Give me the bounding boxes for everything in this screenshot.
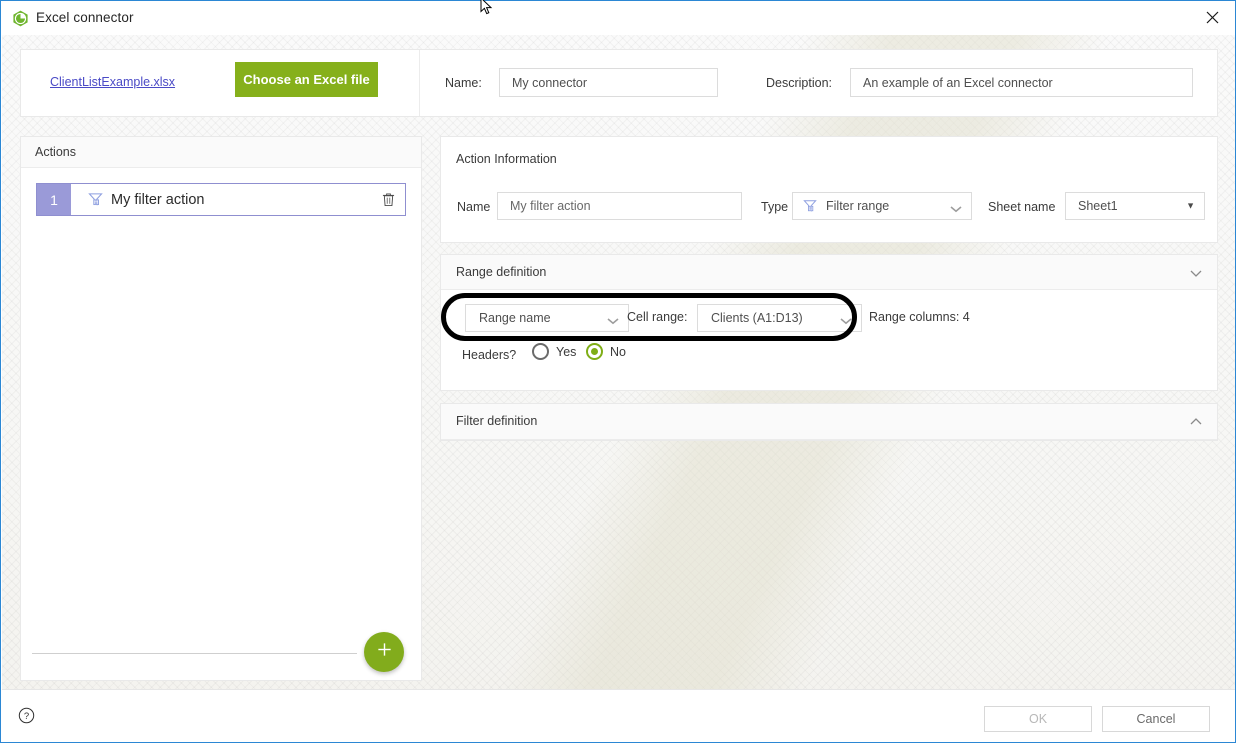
sheet-name-value: Sheet1	[1078, 199, 1118, 213]
window-title: Excel connector	[36, 10, 134, 25]
cell-range-label: Cell range:	[627, 310, 688, 324]
filter-range-icon	[88, 192, 103, 207]
cell-range-value: Clients (A1:D13)	[711, 311, 803, 325]
range-columns-text: Range columns: 4	[869, 310, 970, 324]
sheet-name-select[interactable]: Sheet1 ▼	[1065, 192, 1205, 220]
connector-name-input[interactable]: My connector	[499, 68, 718, 97]
help-icon[interactable]: ?	[18, 707, 35, 724]
excel-connector-dialog: Excel connector ClientListExample.xlsx C…	[0, 0, 1236, 743]
excel-connector-icon	[12, 10, 29, 27]
headers-no-radio[interactable]: No	[586, 343, 626, 360]
radio-circle-yes[interactable]	[532, 343, 549, 360]
ok-button[interactable]: OK	[984, 706, 1092, 732]
title-bar: Excel connector	[1, 1, 1235, 35]
cancel-button[interactable]: Cancel	[1102, 706, 1210, 732]
action-type-value: Filter range	[826, 199, 890, 213]
file-selection-card: ClientListExample.xlsx Choose an Excel f…	[20, 49, 1218, 117]
selected-file-link[interactable]: ClientListExample.xlsx	[50, 75, 175, 89]
actions-panel-title: Actions	[35, 145, 76, 159]
action-name-label: Name	[457, 200, 491, 214]
chevron-down-icon[interactable]	[1188, 265, 1204, 281]
filter-definition-header[interactable]: Filter definition	[441, 404, 1217, 440]
chevron-down-icon	[840, 314, 852, 325]
actions-panel: Actions 1 My filter action	[20, 136, 422, 681]
connector-name-label: Name:	[445, 76, 482, 90]
list-item-label: My filter action	[111, 191, 205, 208]
headers-yes-label: Yes	[556, 344, 577, 359]
trash-icon[interactable]	[371, 184, 405, 215]
cell-range-select[interactable]: Clients (A1:D13)	[697, 304, 862, 332]
choose-excel-file-button[interactable]: Choose an Excel file	[235, 62, 378, 97]
chevron-down-icon: ▼	[1186, 200, 1195, 211]
range-mode-select[interactable]: Range name	[465, 304, 629, 332]
headers-yes-radio[interactable]: Yes	[532, 343, 576, 360]
filter-definition-title: Filter definition	[456, 414, 538, 428]
actions-panel-header: Actions	[21, 137, 421, 168]
filter-range-icon	[803, 199, 817, 213]
range-mode-value: Range name	[479, 311, 551, 325]
sheet-name-label: Sheet name	[988, 200, 1056, 214]
radio-circle-no[interactable]	[586, 343, 603, 360]
connector-description-label: Description:	[766, 76, 832, 90]
actions-panel-divider	[32, 653, 357, 654]
svg-text:?: ?	[24, 711, 29, 722]
action-information-card: Action Information Name My filter action…	[440, 136, 1218, 243]
add-action-button[interactable]	[364, 632, 404, 672]
headers-no-label: No	[610, 344, 626, 359]
range-definition-card: Range definition Range name Cell range: …	[440, 254, 1218, 391]
connector-description-input[interactable]: An example of an Excel connector	[850, 68, 1193, 97]
plus-icon	[376, 641, 393, 663]
filter-definition-card: Filter definition	[440, 403, 1218, 441]
chevron-down-icon	[607, 314, 619, 325]
action-type-label: Type	[761, 200, 789, 214]
action-index-badge: 1	[37, 184, 71, 215]
chevron-up-icon[interactable]	[1188, 414, 1204, 430]
card-divider	[419, 50, 420, 116]
action-type-select[interactable]: Filter range	[792, 192, 972, 220]
range-definition-header[interactable]: Range definition	[441, 255, 1217, 290]
list-item[interactable]: 1 My filter action	[36, 183, 406, 216]
chevron-down-icon	[950, 202, 962, 213]
headers-label: Headers?	[462, 348, 517, 362]
close-icon[interactable]	[1189, 1, 1235, 34]
action-information-title: Action Information	[456, 152, 557, 166]
range-definition-title: Range definition	[456, 265, 547, 279]
action-name-input[interactable]: My filter action	[497, 192, 742, 220]
